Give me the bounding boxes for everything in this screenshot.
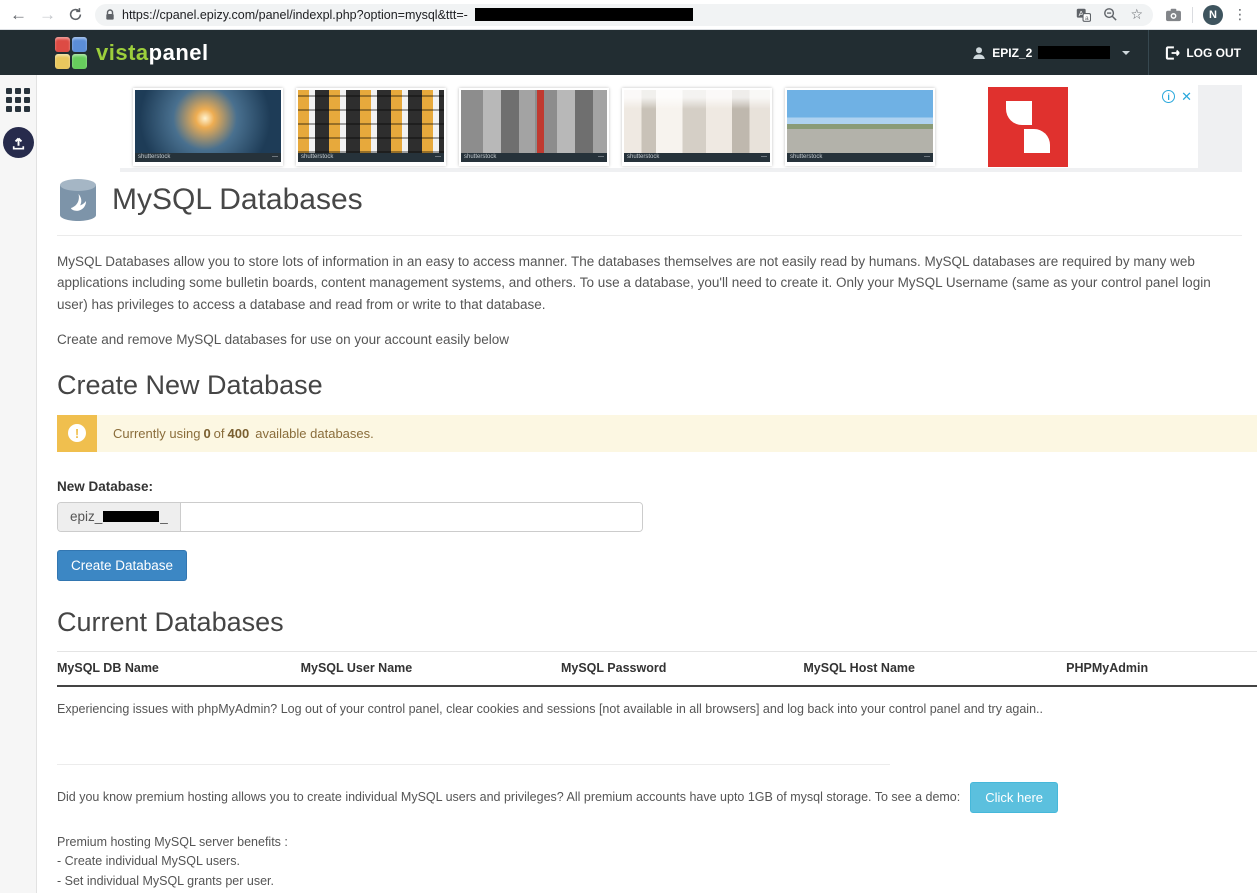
- stock-image: [135, 90, 281, 153]
- camera-extension-icon[interactable]: [1165, 8, 1182, 22]
- brand-text: vistapanel: [96, 40, 209, 66]
- watermark-label: shutterstock: [627, 154, 659, 160]
- create-database-button[interactable]: Create Database: [57, 550, 187, 581]
- bookmark-star-icon[interactable]: ☆: [1130, 6, 1143, 23]
- toolbar-divider: [1192, 7, 1193, 23]
- watermark-label: shutterstock: [138, 154, 170, 160]
- premium-demo-text: Did you know premium hosting allows you …: [57, 790, 960, 804]
- chevron-down-icon: [1122, 51, 1130, 55]
- watermark-label: shutterstock: [790, 154, 822, 160]
- browser-menu-icon[interactable]: ⋮: [1233, 6, 1247, 23]
- main-content: shutterstock— shutterstock— shutterstock…: [37, 75, 1257, 893]
- upload-icon: [10, 134, 27, 151]
- new-database-label: New Database:: [57, 479, 1242, 494]
- username: EPIZ_2: [992, 46, 1032, 60]
- stock-image: [787, 90, 933, 153]
- benefit-item: - Create individual MySQL users.: [57, 853, 1242, 870]
- logo-shape: [1006, 101, 1032, 125]
- vistapanel-logo[interactable]: vistapanel: [55, 37, 209, 69]
- apps-grid-icon[interactable]: [6, 88, 30, 112]
- databases-used-count: 0: [203, 426, 210, 441]
- watermark-label: shutterstock: [464, 154, 496, 160]
- reload-icon[interactable]: [68, 7, 83, 22]
- redaction-bar: [475, 8, 693, 21]
- ad-thumbnail-city[interactable]: shutterstock—: [459, 88, 609, 166]
- ad-thumbnail-templates[interactable]: shutterstock—: [296, 88, 446, 166]
- stock-image: [624, 90, 770, 153]
- logout-button[interactable]: LOG OUT: [1149, 30, 1245, 75]
- current-databases-heading: Current Databases: [57, 607, 1242, 638]
- column-host-name: MySQL Host Name: [803, 661, 1066, 675]
- page-title: MySQL Databases: [112, 183, 363, 217]
- url-text: https://cpanel.epizy.com/panel/indexpl.p…: [122, 8, 468, 22]
- reload-icon-glyph: [68, 7, 83, 22]
- upload-button[interactable]: [3, 127, 34, 158]
- account-menu[interactable]: EPIZ_2: [954, 30, 1148, 75]
- redaction-bar: [103, 511, 159, 522]
- left-sidebar: [0, 75, 37, 893]
- divider: [57, 764, 890, 765]
- premium-benefits: Premium hosting MySQL server benefits : …: [57, 834, 1242, 893]
- column-phpmyadmin: PHPMyAdmin: [1066, 661, 1257, 675]
- logout-icon: [1165, 46, 1180, 60]
- benefits-title: Premium hosting MySQL server benefits :: [57, 834, 1242, 851]
- shutterstock-logo[interactable]: [988, 87, 1068, 167]
- browser-profile-avatar[interactable]: N: [1203, 5, 1223, 25]
- warning-icon: !: [57, 415, 97, 452]
- zoom-out-icon[interactable]: [1103, 7, 1118, 22]
- adchoices-info-icon[interactable]: i: [1162, 90, 1175, 103]
- databases-total-count: 400: [228, 426, 250, 441]
- usage-alert-text: Currently using 0 of 400 available datab…: [97, 415, 390, 452]
- ad-thumbnail-elevator[interactable]: shutterstock—: [622, 88, 772, 166]
- stock-image: [461, 90, 607, 153]
- table-header-row: MySQL DB Name MySQL User Name MySQL Pass…: [57, 651, 1257, 687]
- phpmyadmin-note: Experiencing issues with phpMyAdmin? Log…: [57, 702, 1242, 716]
- lock-icon: [105, 9, 115, 21]
- address-bar[interactable]: https://cpanel.epizy.com/panel/indexpl.p…: [95, 4, 1153, 26]
- logo-squares-icon: [55, 37, 87, 69]
- ad-banner: shutterstock— shutterstock— shutterstock…: [120, 85, 1242, 172]
- ad-close-icon[interactable]: ✕: [1181, 90, 1192, 103]
- new-database-input-group: epiz_ _: [57, 502, 643, 532]
- user-icon: [972, 46, 986, 60]
- database-prefix-addon: epiz_ _: [58, 503, 181, 531]
- translate-icon[interactable]: A a: [1076, 8, 1091, 22]
- column-password: MySQL Password: [561, 661, 803, 675]
- intro-paragraph: MySQL Databases allow you to store lots …: [57, 251, 1242, 315]
- app-navbar: vistapanel EPIZ_2 LOG OUT: [0, 30, 1257, 75]
- watermark-label: shutterstock: [301, 154, 333, 160]
- forward-icon[interactable]: →: [39, 6, 56, 23]
- redaction-bar: [1038, 46, 1110, 59]
- browser-chrome: ← → https://cpanel.epizy.com/panel/index…: [0, 0, 1257, 30]
- usage-alert: ! Currently using 0 of 400 available dat…: [57, 415, 1257, 452]
- column-user-name: MySQL User Name: [301, 661, 561, 675]
- intro-paragraph-2: Create and remove MySQL databases for us…: [57, 332, 1242, 347]
- databases-table: MySQL DB Name MySQL User Name MySQL Pass…: [57, 651, 1257, 687]
- logout-label: LOG OUT: [1186, 46, 1241, 60]
- ad-thumbnail-suburb[interactable]: shutterstock—: [785, 88, 935, 166]
- stock-image: [298, 90, 444, 153]
- benefit-item: - Set individual MySQL grants per user.: [57, 873, 1242, 890]
- logo-shape: [1024, 129, 1050, 153]
- column-db-name: MySQL DB Name: [57, 661, 301, 675]
- create-database-heading: Create New Database: [57, 370, 1242, 401]
- database-name-input[interactable]: [181, 503, 642, 531]
- back-icon[interactable]: ←: [10, 6, 27, 23]
- svg-text:a: a: [1085, 14, 1089, 21]
- ad-thumbnail-door[interactable]: shutterstock—: [133, 88, 283, 166]
- ad-creative[interactable]: shutterstock— shutterstock— shutterstock…: [120, 85, 1198, 168]
- mysql-database-icon: [57, 177, 99, 223]
- click-here-button[interactable]: Click here: [970, 782, 1058, 813]
